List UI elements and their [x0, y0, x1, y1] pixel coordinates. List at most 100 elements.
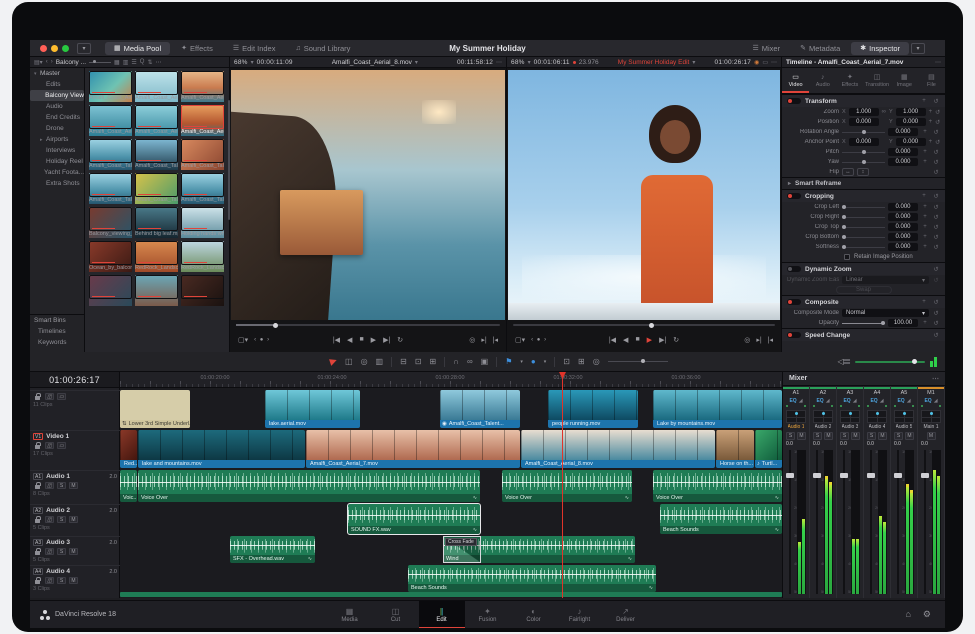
- auto-select-icon[interactable]: ◫: [45, 516, 54, 523]
- eq-button[interactable]: EQ: [789, 398, 796, 404]
- media-clip[interactable]: Holding hands whi...: [181, 207, 224, 238]
- reset-icon[interactable]: ↺: [932, 149, 940, 156]
- smart-reframe-section[interactable]: ▸ Smart Reframe: [782, 177, 945, 189]
- enable-track-icon[interactable]: ▭: [57, 442, 66, 449]
- auto-select-icon[interactable]: ◫: [45, 548, 54, 555]
- flip-horizontal-button[interactable]: ↔: [842, 168, 854, 176]
- marker-icon[interactable]: ●: [531, 357, 536, 366]
- media-clip-thumbnail[interactable]: [135, 71, 178, 95]
- audio-meter-icon[interactable]: [930, 357, 937, 367]
- add-keyframe-icon[interactable]: +: [921, 159, 929, 165]
- media-clip-thumbnail[interactable]: [89, 207, 132, 231]
- crop-slider[interactable]: [842, 247, 885, 248]
- mute-button[interactable]: M: [851, 432, 860, 440]
- reset-icon[interactable]: ↺: [932, 214, 940, 221]
- rotation-field[interactable]: 0.000: [888, 128, 918, 136]
- rotation-slider[interactable]: [842, 132, 885, 133]
- add-keyframe-icon[interactable]: +: [929, 139, 933, 145]
- solo-button[interactable]: S: [867, 432, 876, 440]
- speaker-icon[interactable]: ◁𝄙: [837, 357, 850, 367]
- media-clip[interactable]: Amalfi_Coast_Aeri...: [135, 71, 178, 102]
- add-keyframe-icon[interactable]: +: [921, 320, 929, 326]
- snapping-icon[interactable]: ∩: [453, 357, 459, 366]
- crop-slider[interactable]: [842, 227, 885, 228]
- yaw-slider[interactable]: [842, 162, 885, 163]
- media-clip[interactable]: RedRock_Landsca...: [135, 241, 178, 272]
- opacity-field[interactable]: 100.00: [888, 319, 918, 327]
- reset-icon[interactable]: ↺: [932, 234, 940, 241]
- fader-handle[interactable]: [894, 473, 902, 478]
- transport-button[interactable]: ▶|: [383, 336, 390, 344]
- bin-item[interactable]: Extra Shots: [30, 178, 84, 189]
- speed-change-enable-toggle[interactable]: [787, 332, 801, 338]
- solo-button[interactable]: S: [840, 432, 849, 440]
- media-clip[interactable]: Behind big leaf.mp4: [135, 207, 178, 238]
- timeline-video-clip[interactable]: Amalfi_Coast_Aerial_7.mov: [306, 430, 520, 468]
- media-clip-thumbnail[interactable]: [89, 71, 132, 95]
- audio-track-header[interactable]: A4 Audio 4 2.0 ◫ S M 3 Clips: [30, 565, 120, 592]
- reset-icon[interactable]: ↺: [932, 277, 940, 284]
- page-tab[interactable]: ▦ Media: [327, 601, 373, 628]
- sort-icon[interactable]: ⇅: [147, 59, 152, 66]
- media-clip[interactable]: Amalfi_Coast_Tale...: [135, 173, 178, 204]
- pitch-slider[interactable]: [842, 152, 885, 153]
- transport-button[interactable]: ▶: [647, 336, 652, 344]
- anchor-x-field[interactable]: 0.000: [849, 138, 879, 146]
- media-clip-thumbnail[interactable]: [181, 139, 224, 163]
- add-keyframe-icon[interactable]: +: [920, 98, 928, 104]
- lock-track-icon[interactable]: [33, 577, 42, 584]
- track-badge[interactable]: A1: [33, 473, 43, 480]
- thumbnail-view-icon[interactable]: ▥: [123, 59, 129, 66]
- fader-track[interactable]: [924, 450, 926, 594]
- timeline-video-clip[interactable]: lake and mountains.mov: [138, 430, 305, 468]
- thumbnail-size-slider[interactable]: [89, 62, 111, 63]
- source-scrubber[interactable]: [236, 324, 500, 326]
- more-options-icon[interactable]: ⋯: [496, 59, 502, 66]
- timeline-video-clip[interactable]: Lake by mountains.mov: [653, 390, 782, 428]
- media-clip-thumbnail[interactable]: [89, 173, 132, 197]
- goto-in-icon[interactable]: ▸|: [756, 336, 761, 344]
- flip-vertical-button[interactable]: ↕: [857, 168, 869, 176]
- video-track-1-header[interactable]: V1 Video 1 ◫ ▭ 17 Clips: [30, 430, 120, 468]
- media-clip-thumbnail[interactable]: [135, 207, 178, 231]
- media-clip-thumbnail[interactable]: [181, 241, 224, 265]
- goto-out-icon[interactable]: |◂: [768, 336, 773, 344]
- jog-control[interactable]: ‹ ● ›: [254, 337, 270, 343]
- zoom-full-extent-icon[interactable]: ⊞: [578, 357, 585, 366]
- clip-view-dropdown-icon[interactable]: ▤▾: [34, 59, 43, 66]
- video-track-2-header[interactable]: ◫ ▭ 11 Clips: [30, 390, 120, 428]
- fader-track[interactable]: [789, 450, 791, 594]
- bin-item[interactable]: ▸ Airports: [30, 134, 84, 145]
- pan-control[interactable]: [786, 410, 806, 423]
- fader-handle[interactable]: [786, 473, 794, 478]
- media-clip[interactable]: RedRock_Landsca...: [181, 241, 224, 272]
- media-clip-thumbnail[interactable]: [181, 207, 224, 231]
- crop-value-field[interactable]: 0.000: [888, 223, 918, 231]
- reset-icon[interactable]: ↺: [935, 139, 940, 146]
- media-clip[interactable]: Amalfi_Coast_Tale...: [135, 139, 178, 170]
- timeline-video-clip[interactable]: lake.aerial.mov: [265, 390, 360, 428]
- media-clip[interactable]: Amalfi_Coast_Tale...: [181, 139, 224, 170]
- timeline-timecode[interactable]: 01:00:26:17: [30, 372, 119, 388]
- mute-button[interactable]: M: [69, 482, 78, 489]
- media-clip-thumbnail[interactable]: [89, 139, 132, 163]
- trim-edit-mode-icon[interactable]: ◫: [345, 357, 353, 366]
- media-clip-thumbnail[interactable]: [89, 275, 132, 299]
- timeline-video-clip[interactable]: ⇅Lower 3rd Simple Underl...: [120, 390, 190, 428]
- project-manager-icon[interactable]: ⌂: [905, 609, 910, 620]
- mixer-channel-strip[interactable]: M1 EQ ◢ Main 1 S M 0.0 101520304050: [918, 386, 945, 598]
- playhead[interactable]: [562, 372, 563, 598]
- bin-item[interactable]: End Credits: [30, 112, 84, 123]
- zoom-fit-icon[interactable]: ⊡: [563, 357, 570, 366]
- inspector-tab[interactable]: ▦ Image: [891, 68, 918, 93]
- solo-button[interactable]: S: [57, 577, 66, 584]
- search-icon[interactable]: Q: [140, 59, 145, 65]
- linked-selection-icon[interactable]: ∞: [467, 357, 473, 366]
- timeline-audio-clip[interactable]: Voice Over∿: [138, 470, 480, 502]
- enable-track-icon[interactable]: ▭: [57, 393, 66, 400]
- fader-track[interactable]: [816, 450, 818, 594]
- jog-control[interactable]: ‹ ● ›: [531, 337, 547, 343]
- timeline-audio-clip[interactable]: Beach Sounds∿: [660, 504, 782, 534]
- pan-control[interactable]: [894, 410, 914, 423]
- page-tab[interactable]: ||| Edit: [419, 601, 465, 628]
